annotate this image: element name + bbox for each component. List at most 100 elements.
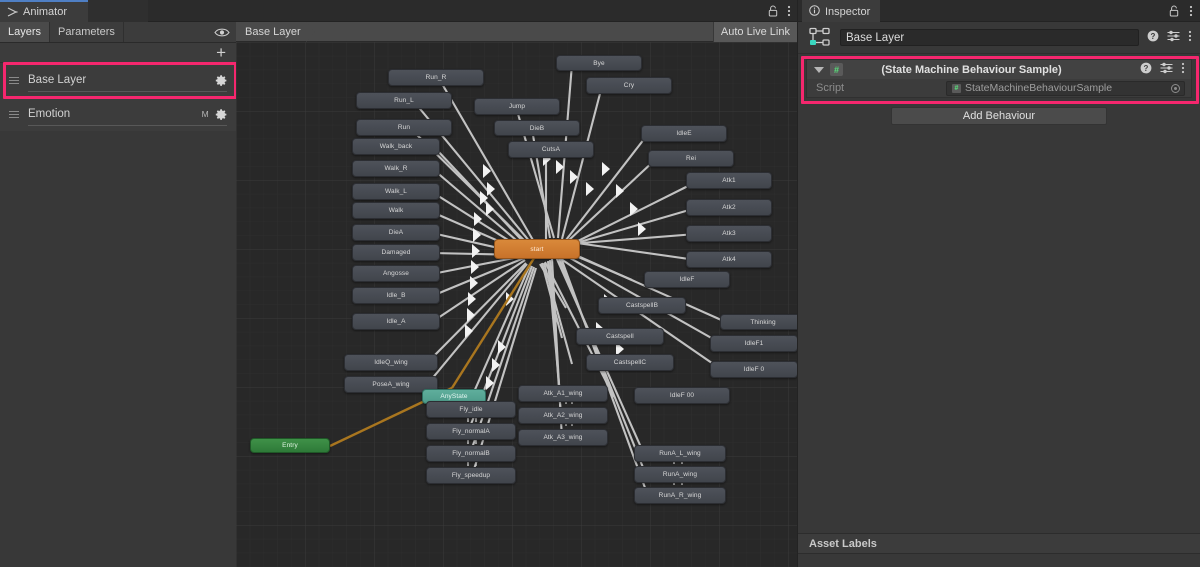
state-node-label: Rei [685,155,697,162]
drag-handle-icon[interactable] [9,76,19,84]
state-node[interactable]: Fly_idle [426,401,516,418]
add-behaviour-button[interactable]: Add Behaviour [891,107,1107,125]
tab-inspector[interactable]: Inspector [802,0,881,22]
state-node-label: Fly_idle [459,406,483,413]
add-behaviour-label: Add Behaviour [962,110,1036,122]
state-machine-behaviour-block: # (State Machine Behaviour Sample) ? Scr… [801,56,1199,104]
state-node[interactable]: Jump [474,98,560,115]
state-node-label: Atk1 [722,177,736,184]
layer-row-base-layer[interactable]: Base Layer [0,63,236,97]
state-node[interactable]: Entry [250,438,330,453]
csharp-script-icon: # [952,83,961,93]
state-node[interactable]: IdleF 0 [710,361,797,378]
inspector-panel: Inspector Base Layer ? # (State Machine … [797,0,1200,567]
state-node[interactable]: Fly_normalA [426,423,516,440]
tab-animator[interactable]: Animator [0,0,88,22]
layer-row-emotion[interactable]: Emotion M [0,97,236,131]
svg-text:?: ? [1144,64,1149,73]
state-node[interactable]: Run [356,119,452,136]
script-field-row: Script # StateMachineBehaviourSample [806,79,1192,98]
tab-inspector-label: Inspector [825,6,871,18]
state-node[interactable]: CastspellC [586,354,674,371]
state-node[interactable]: Fly_speedup [426,467,516,484]
help-icon[interactable]: ? [1140,61,1152,79]
state-node-label: RunA_L_wing [659,450,701,457]
lock-icon[interactable] [1169,4,1179,22]
eye-icon[interactable] [214,22,230,43]
state-node-label: Walk_R [384,165,408,172]
subtab-parameters-label: Parameters [58,26,115,38]
state-node[interactable]: Atk_A3_wing [518,429,608,446]
state-node-label: Atk_A2_wing [543,412,583,419]
gear-icon[interactable] [215,108,228,121]
state-node[interactable]: RunA_L_wing [634,445,726,462]
lock-icon[interactable] [768,4,778,22]
asset-labels-section[interactable]: Asset Labels [798,533,1200,554]
add-layer-button[interactable]: + [216,44,226,62]
state-node[interactable]: Angosse [352,265,440,282]
state-node[interactable]: Rei [648,150,734,167]
state-node[interactable]: CutsA [508,141,594,158]
state-node[interactable]: Atk1 [686,172,772,189]
state-node-label: Walk_back [379,143,413,150]
state-node[interactable]: IdleF1 [710,335,797,352]
asset-labels-title: Asset Labels [809,537,877,550]
state-node[interactable]: Atk3 [686,225,772,242]
state-node[interactable]: start [494,239,580,259]
subtab-layers-label: Layers [8,26,42,38]
state-node[interactable]: Castspell [576,328,664,345]
behaviour-header[interactable]: # (State Machine Behaviour Sample) ? [806,59,1192,79]
state-node[interactable]: Bye [556,55,642,71]
state-node-label: Run_R [425,74,447,81]
breadcrumb-item-base-layer[interactable]: Base Layer [236,22,307,42]
script-object-field[interactable]: # StateMachineBehaviourSample [946,80,1185,96]
drag-handle-icon[interactable] [9,110,19,118]
state-node[interactable]: Thinking [720,314,797,330]
auto-live-link-button[interactable]: Auto Live Link [712,22,797,42]
inspector-tab-icons [1169,4,1193,22]
kebab-menu-icon[interactable] [1181,61,1185,79]
state-machine-canvas[interactable]: Run_R Run_L Jump Bye Cry Run DieB IdleE CutsA Wal… [236,42,797,567]
layer-name-base-layer: Base Layer [28,74,87,86]
state-node[interactable]: DieB [494,120,580,136]
layer-mask-badge: M [201,109,209,119]
kebab-menu-icon[interactable] [1188,29,1192,47]
help-icon[interactable]: ? [1147,29,1159,47]
state-node[interactable]: Atk4 [686,251,772,268]
preset-icon[interactable] [1160,61,1173,79]
state-node[interactable]: Idle_B [352,287,440,304]
subtab-parameters[interactable]: Parameters [50,22,124,42]
kebab-menu-icon[interactable] [1189,4,1193,22]
state-node[interactable]: Walk_back [352,138,440,155]
state-node[interactable]: DieA [352,224,440,241]
state-node[interactable]: CastspellB [598,297,686,314]
state-node[interactable]: IdleF 00 [634,387,730,404]
preset-icon[interactable] [1167,29,1180,47]
state-node[interactable]: Fly_normalB [426,445,516,462]
inspector-header-icons: ? [1147,29,1192,47]
chevron-down-icon[interactable] [814,66,824,73]
gear-icon[interactable] [215,74,228,87]
tab-placeholder[interactable] [88,0,148,22]
state-node[interactable]: IdleF [644,271,730,288]
state-node[interactable]: Atk_A1_wing [518,385,608,402]
state-node[interactable]: Atk_A2_wing [518,407,608,424]
state-node[interactable]: Run_R [388,69,484,86]
state-node[interactable]: Walk_L [352,183,440,200]
state-node[interactable]: Cry [586,77,672,94]
state-node[interactable]: Walk [352,202,440,219]
layer-name-field[interactable]: Base Layer [840,29,1139,46]
object-picker-icon[interactable] [1171,83,1180,93]
state-node[interactable]: IdleQ_wing [344,354,438,371]
subtab-layers[interactable]: Layers [0,22,51,42]
state-node[interactable]: Atk2 [686,199,772,216]
state-node[interactable]: RunA_wing [634,466,726,483]
state-node-label: CastspellB [625,302,659,309]
state-node[interactable]: Damaged [352,244,440,261]
state-node[interactable]: IdleE [641,125,727,142]
state-node[interactable]: Walk_R [352,160,440,177]
state-node[interactable]: Run_L [356,92,452,109]
state-node[interactable]: Idle_A [352,313,440,330]
state-node[interactable]: RunA_R_wing [634,487,726,504]
kebab-menu-icon[interactable] [787,4,791,22]
